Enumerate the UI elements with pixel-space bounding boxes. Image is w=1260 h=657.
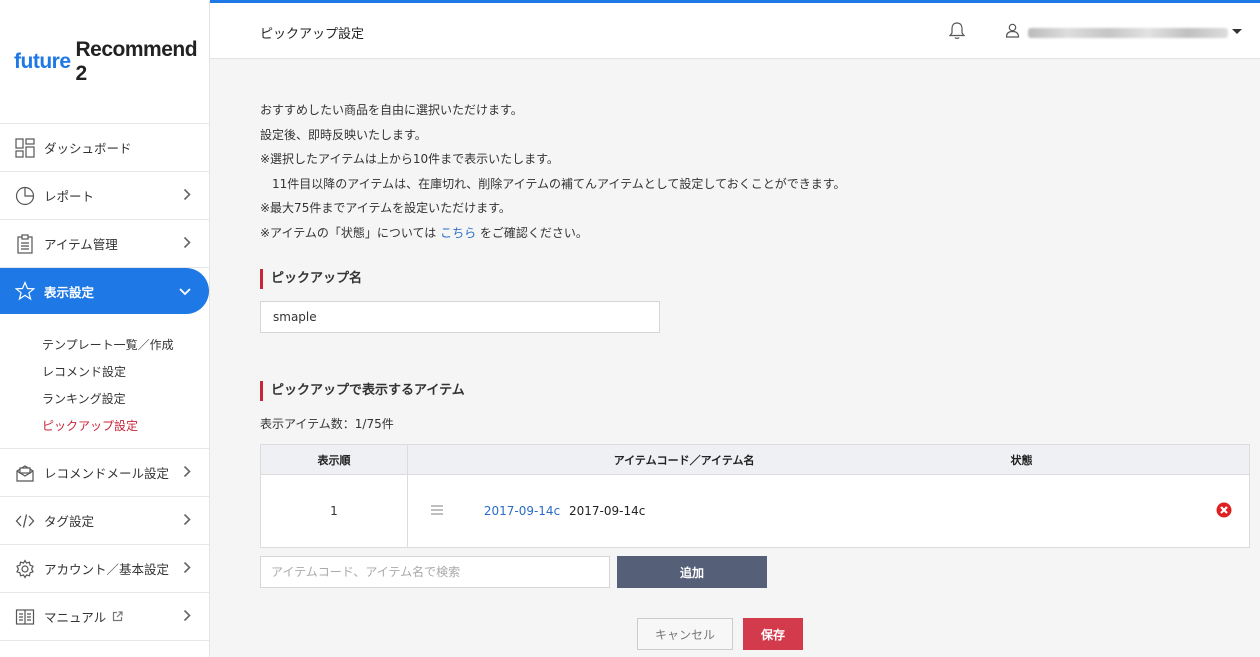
desc-text: をご確認ください。 <box>476 225 588 240</box>
sidebar-item-label: レポート <box>44 189 95 204</box>
desc-line: 設定後、即時反映いたします。 <box>260 127 427 142</box>
sidebar-item-manual[interactable]: マニュアル <box>0 593 209 641</box>
sidebar-item-dashboard[interactable]: ダッシュボード <box>0 124 209 172</box>
save-button[interactable]: 保存 <box>743 618 803 650</box>
chevron-right-icon <box>183 561 191 576</box>
sidebar-item-label: レコメンドメール設定 <box>44 466 170 481</box>
book-icon <box>14 606 36 628</box>
item-name: 2017-09-14c <box>569 504 646 518</box>
items-table: 表示順 アイテムコード／アイテム名 状態 1 2017-09-14c 2017-… <box>260 444 1250 548</box>
row-status <box>960 474 1250 548</box>
sidebar-item-label: ダッシュボード <box>44 141 132 156</box>
column-header-order: 表示順 <box>260 444 408 475</box>
desc-line: ※最大75件までアイテムを設定いただけます。 <box>260 201 511 215</box>
pie-chart-icon <box>14 185 36 207</box>
subnav-pickup[interactable]: ピックアップ設定 <box>42 413 209 440</box>
chevron-right-icon <box>183 465 191 480</box>
cancel-button[interactable]: キャンセル <box>637 618 733 650</box>
clipboard-icon <box>14 233 36 255</box>
table-row[interactable]: 1 2017-09-14c 2017-09-14c <box>260 474 1250 548</box>
chevron-right-icon <box>183 609 191 624</box>
form-actions: キャンセル 保存 <box>260 618 1250 650</box>
status-help-link[interactable]: こちら <box>440 226 476 240</box>
pickup-name-heading: ピックアップ名 <box>260 269 1250 289</box>
user-name-redacted <box>1028 27 1228 38</box>
sidebar-item-tags[interactable]: タグ設定 <box>0 497 209 545</box>
sidebar-item-label: タグ設定 <box>44 514 95 529</box>
desc-line: ※選択したアイテムは上から10件まで表示いたします。 <box>260 152 559 166</box>
item-code-link[interactable]: 2017-09-14c <box>484 504 560 518</box>
row-code-name: 2017-09-14c 2017-09-14c <box>407 474 961 548</box>
star-icon <box>14 280 36 302</box>
mail-icon <box>14 462 36 484</box>
subnav-template-list[interactable]: テンプレート一覧／作成 <box>42 332 209 359</box>
subnav-recommend[interactable]: レコメンド設定 <box>42 359 209 386</box>
page-title: ピックアップ設定 <box>260 27 365 42</box>
main-content: おすすめしたい商品を自由に選択いただけます。 設定後、即時反映いたします。 ※選… <box>260 60 1250 650</box>
column-header-code-name: アイテムコード／アイテム名 <box>407 444 961 475</box>
chevron-right-icon <box>183 188 191 203</box>
description: おすすめしたい商品を自由に選択いただけます。 設定後、即時反映いたします。 ※選… <box>260 98 1250 245</box>
chevron-down-icon <box>179 284 191 299</box>
sidebar-item-label: アカウント／基本設定 <box>44 562 170 577</box>
desc-line: 11件目以降のアイテムは、在庫切れ、削除アイテムの補てんアイテムとして設定してお… <box>260 176 846 191</box>
desc-text: ※アイテムの「状態」については <box>260 225 441 240</box>
sidebar-item-label: マニュアル <box>44 610 107 625</box>
sidebar-item-label: アイテム管理 <box>44 237 118 252</box>
remove-item-icon[interactable] <box>1216 502 1232 521</box>
bell-icon[interactable] <box>948 21 966 44</box>
item-count: 表示アイテム数：1/75件 <box>260 417 394 431</box>
code-icon <box>14 510 36 532</box>
column-header-code-name-label: アイテムコード／アイテム名 <box>613 453 755 467</box>
subnav-ranking[interactable]: ランキング設定 <box>42 386 209 413</box>
desc-line: おすすめしたい商品を自由に選択いただけます。 <box>260 103 523 117</box>
chevron-right-icon <box>183 236 191 251</box>
desc-line-status: ※アイテムの「状態」については こちら をご確認ください。 <box>260 221 1250 246</box>
external-link-icon <box>112 611 123 622</box>
column-header-status-label: 状態 <box>1010 453 1033 467</box>
item-search-input[interactable] <box>260 556 610 588</box>
dashboard-icon <box>14 137 36 159</box>
display-settings-submenu: テンプレート一覧／作成 レコメンド設定 ランキング設定 ピックアップ設定 <box>0 314 209 449</box>
drag-handle-icon[interactable] <box>430 504 444 519</box>
sidebar: future Recommend 2 ダッシュボード レポート アイテム管理 表… <box>0 0 210 657</box>
sidebar-item-display-settings[interactable]: 表示設定 <box>0 268 209 314</box>
add-button[interactable]: 追加 <box>617 556 767 588</box>
sidebar-item-mail[interactable]: レコメンドメール設定 <box>0 449 209 497</box>
gear-icon <box>14 558 36 580</box>
brand-part2: Recommend 2 <box>75 37 198 85</box>
brand-logo[interactable]: future Recommend 2 <box>0 0 209 124</box>
user-icon <box>1005 23 1020 42</box>
user-menu[interactable] <box>1005 23 1228 42</box>
column-header-status: 状態 <box>960 444 1250 475</box>
top-header: ピックアップ設定 <box>210 3 1260 59</box>
sidebar-item-account[interactable]: アカウント／基本設定 <box>0 545 209 593</box>
sidebar-item-items[interactable]: アイテム管理 <box>0 220 209 268</box>
sidebar-item-label: 表示設定 <box>44 284 95 300</box>
row-order: 1 <box>260 474 408 548</box>
caret-down-icon[interactable] <box>1232 29 1242 34</box>
brand-part1: future <box>14 49 71 73</box>
chevron-right-icon <box>183 513 191 528</box>
sidebar-item-report[interactable]: レポート <box>0 172 209 220</box>
pickup-name-input[interactable] <box>260 301 660 333</box>
add-item-row: 追加 <box>260 556 1250 588</box>
pickup-items-heading: ピックアップで表示するアイテム <box>260 381 1250 401</box>
